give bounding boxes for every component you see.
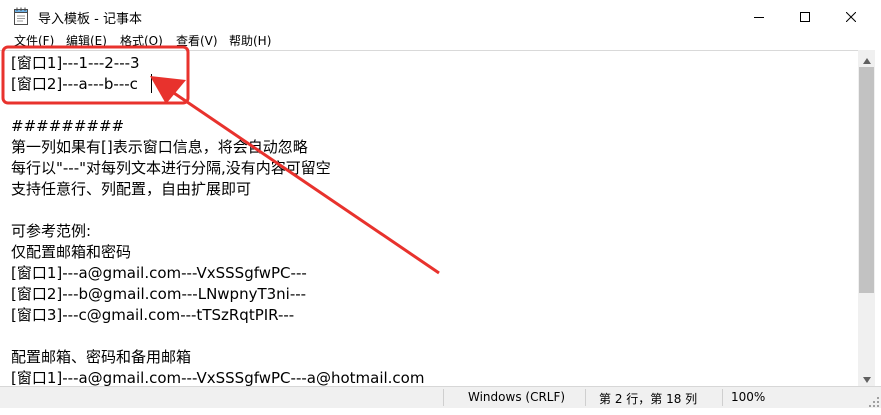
annotation-arrow-head <box>150 76 186 104</box>
annotation-highlight-box <box>1 45 190 105</box>
annotation-overlay <box>1 45 440 275</box>
notepad-window: 导入模板 - 记事本 文件(F) 编辑(E) 格式(O) 查看(V) 帮助(H)… <box>0 0 881 415</box>
annotation-arrow-shaft <box>167 87 440 275</box>
